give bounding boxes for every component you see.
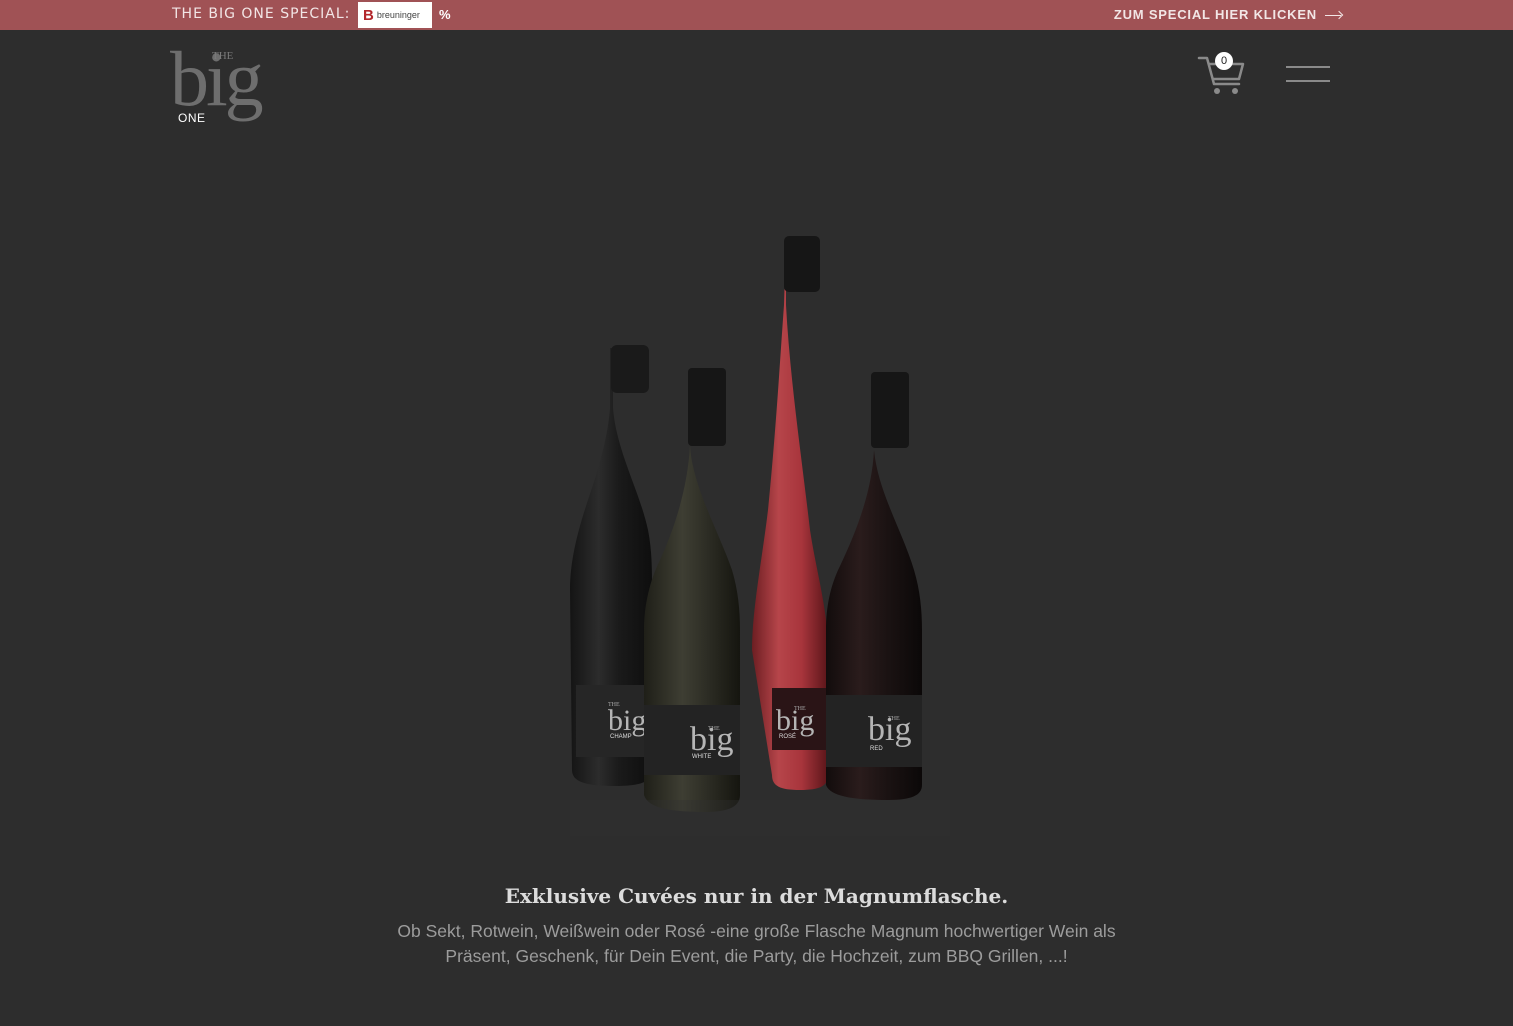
site-logo[interactable]: big THE ONE <box>170 35 282 134</box>
rose-big-text: big <box>776 704 814 737</box>
rose-label-text: ROSÉ <box>779 733 796 740</box>
breuninger-logo[interactable]: B breuninger <box>358 2 432 28</box>
cart-button[interactable]: 0 <box>1197 50 1247 96</box>
logo-the-text: THE <box>212 50 234 62</box>
promo-bar: THE BIG ONE SPECIAL: B breuninger % ZUM … <box>0 0 1513 30</box>
white-bottle: THE big WHITE <box>644 368 740 812</box>
red-bottle: THE big RED <box>826 372 922 800</box>
percent-sign: % <box>439 7 451 22</box>
white-big-text: big <box>690 721 733 758</box>
hamburger-menu-icon[interactable] <box>1286 66 1330 84</box>
arrow-right-icon <box>1325 10 1343 20</box>
special-link[interactable]: ZUM SPECIAL HIER KLICKEN <box>1114 7 1343 22</box>
cart-count-badge: 0 <box>1215 52 1233 70</box>
champ-label-text: CHAMP <box>610 734 632 740</box>
logo-one-text: ONE <box>178 111 206 125</box>
breuninger-logo-text: breuninger <box>376 10 420 20</box>
champ-big-text: big <box>608 704 646 737</box>
page-headline: Exklusive Cuvées nur in der Magnumflasch… <box>504 884 1009 908</box>
white-label-text: WHITE <box>692 754 711 760</box>
red-big-text: big <box>868 711 911 748</box>
rose-bottle: THE big ROSÉ <box>752 236 828 790</box>
breuninger-b-icon: B <box>363 6 374 24</box>
page-description: Ob Sekt, Rotwein, Weißwein oder Rosé -ei… <box>397 921 1116 966</box>
hero-bottles-image: THE big CHAMP THE big WHITE THE big ROSÉ… <box>570 236 950 836</box>
red-label-text: RED <box>870 746 883 752</box>
promo-label: THE BIG ONE SPECIAL: <box>172 6 351 22</box>
champ-bottle: THE big CHAMP <box>570 345 652 786</box>
special-link-label: ZUM SPECIAL HIER KLICKEN <box>1113 7 1317 22</box>
